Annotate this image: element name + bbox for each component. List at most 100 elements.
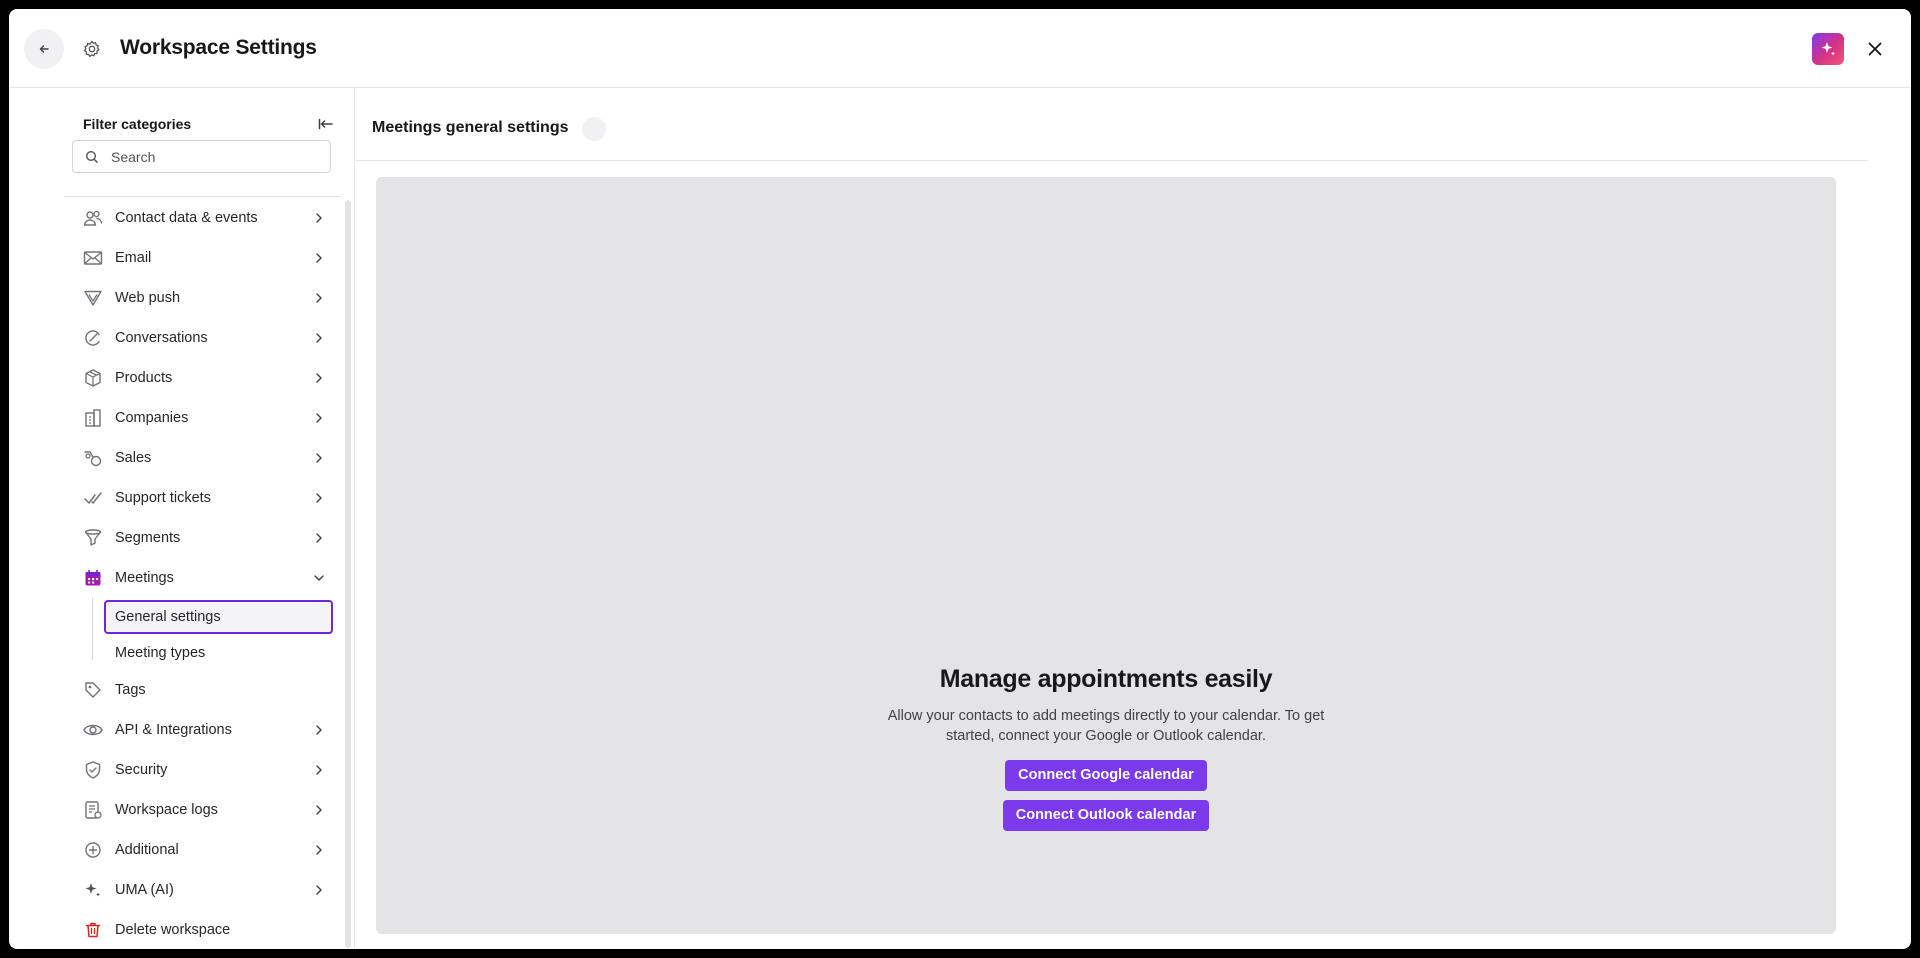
chevron-right-icon — [312, 882, 326, 898]
empty-state: Manage appointments easily Allow your co… — [376, 665, 1836, 831]
web-push-icon — [82, 287, 104, 309]
collapse-sidebar-button[interactable] — [316, 114, 336, 134]
sidebar-item-sales[interactable]: Sales — [72, 438, 337, 478]
arrow-left-icon — [39, 45, 49, 53]
ai-assistant-button[interactable] — [1812, 33, 1844, 65]
security-icon — [82, 759, 104, 781]
chevron-right-icon — [312, 842, 326, 858]
sidebar-subitem-meeting-types[interactable]: Meeting types — [104, 636, 333, 670]
sparkles-icon — [82, 879, 104, 901]
settings-window: Workspace Settings Filter categories Con… — [9, 9, 1911, 949]
collapse-left-icon — [318, 118, 333, 130]
submenu-tree-line — [92, 598, 93, 660]
chevron-right-icon — [312, 450, 326, 466]
sidebar-item-support-tickets[interactable]: Support tickets — [72, 478, 337, 518]
chevron-right-icon — [312, 802, 326, 818]
sidebar-item-label: Meetings — [115, 570, 174, 586]
chevron-right-icon — [312, 370, 326, 386]
chevron-right-icon — [312, 330, 326, 346]
empty-state-panel: Manage appointments easily Allow your co… — [376, 177, 1836, 934]
sidebar-item-email[interactable]: Email — [72, 238, 337, 278]
category-search[interactable] — [72, 140, 331, 173]
chevron-right-icon — [312, 530, 326, 546]
sidebar-item-tags[interactable]: Tags — [72, 670, 337, 710]
close-button[interactable] — [1861, 35, 1889, 63]
sidebar-item-label: Web push — [115, 290, 181, 306]
contacts-icon — [82, 207, 104, 229]
segments-icon — [82, 527, 104, 549]
sidebar-item-web-push[interactable]: Web push — [72, 278, 337, 318]
sidebar-item-label: Security — [115, 762, 168, 778]
sidebar-item-label: API & Integrations — [115, 722, 232, 738]
chevron-right-icon — [312, 722, 326, 738]
section-title: Meetings general settings — [372, 119, 569, 136]
header-bar: Workspace Settings — [9, 9, 1911, 88]
sidebar-item-contact-data[interactable]: Contact data & events — [72, 198, 337, 238]
chevron-down-icon — [312, 570, 326, 586]
close-icon — [1868, 42, 1882, 56]
sidebar-item-workspace-logs[interactable]: Workspace logs — [72, 790, 337, 830]
sidebar-scrollbar[interactable] — [345, 200, 351, 948]
sparkles-icon — [1821, 42, 1835, 56]
connect-google-calendar-button[interactable]: Connect Google calendar — [1005, 760, 1207, 791]
sidebar-item-label: Contact data & events — [115, 210, 258, 226]
sidebar-item-label: UMA (AI) — [115, 882, 174, 898]
sidebar-item-label: Delete workspace — [115, 922, 231, 938]
sidebar-item-label: Segments — [115, 530, 181, 546]
back-button[interactable] — [24, 29, 64, 69]
sidebar-item-segments[interactable]: Segments — [72, 518, 337, 558]
chevron-right-icon — [312, 250, 326, 266]
sidebar-item-label: Sales — [115, 450, 152, 466]
support-tickets-icon — [82, 487, 104, 509]
sidebar-item-label: Additional — [115, 842, 179, 858]
sidebar-item-label: Conversations — [115, 330, 208, 346]
sidebar-item-label: Companies — [115, 410, 189, 426]
section-divider — [356, 160, 1868, 161]
additional-icon — [82, 839, 104, 861]
products-icon — [82, 367, 104, 389]
sidebar-item-label: Email — [115, 250, 152, 266]
sidebar-item-meetings[interactable]: Meetings — [72, 558, 337, 598]
sidebar-item-label: Tags — [115, 682, 146, 698]
sidebar-subitem-general-settings[interactable]: General settings — [104, 600, 333, 634]
sidebar-item-conversations[interactable]: Conversations — [72, 318, 337, 358]
tags-icon — [82, 679, 104, 701]
gear-icon — [80, 37, 104, 61]
empty-state-description: Allow your contacts to add meetings dire… — [887, 708, 1325, 744]
info-indicator — [582, 117, 606, 141]
page-title: Workspace Settings — [120, 36, 317, 59]
meetings-submenu: General settings Meeting types — [72, 598, 337, 670]
sidebar-item-label: Workspace logs — [115, 802, 218, 818]
sidebar-item-additional[interactable]: Additional — [72, 830, 337, 870]
email-icon — [82, 247, 104, 269]
chevron-right-icon — [312, 490, 326, 506]
conversations-icon — [82, 327, 104, 349]
sidebar-item-uma-ai[interactable]: UMA (AI) — [72, 870, 337, 910]
category-nav: Contact data & events Email Web push Con… — [72, 198, 337, 949]
trash-icon — [82, 919, 104, 941]
sidebar-item-security[interactable]: Security — [72, 750, 337, 790]
logs-icon — [82, 799, 104, 821]
settings-sidebar: Filter categories Contact data & events … — [9, 88, 355, 949]
sidebar-item-products[interactable]: Products — [72, 358, 337, 398]
outlook-button-row: Connect Outlook calendar — [376, 800, 1836, 831]
sidebar-item-delete-workspace[interactable]: Delete workspace — [72, 910, 337, 949]
companies-icon — [82, 407, 104, 429]
calendar-icon — [82, 567, 104, 589]
main-content: Meetings general settings Manage appoint… — [356, 88, 1911, 949]
search-icon — [85, 150, 98, 163]
chevron-right-icon — [312, 290, 326, 306]
chevron-right-icon — [312, 410, 326, 426]
empty-state-heading: Manage appointments easily — [939, 665, 1273, 693]
sidebar-item-companies[interactable]: Companies — [72, 398, 337, 438]
chevron-right-icon — [312, 210, 326, 226]
api-icon — [82, 719, 104, 741]
sidebar-item-label: Products — [115, 370, 173, 386]
chevron-right-icon — [312, 762, 326, 778]
search-input[interactable] — [111, 148, 311, 165]
sidebar-divider — [64, 196, 341, 197]
sidebar-item-api-integrations[interactable]: API & Integrations — [72, 710, 337, 750]
filter-categories-title: Filter categories — [83, 116, 192, 132]
sidebar-item-label: Support tickets — [115, 490, 211, 506]
connect-outlook-calendar-button[interactable]: Connect Outlook calendar — [1002, 800, 1210, 831]
